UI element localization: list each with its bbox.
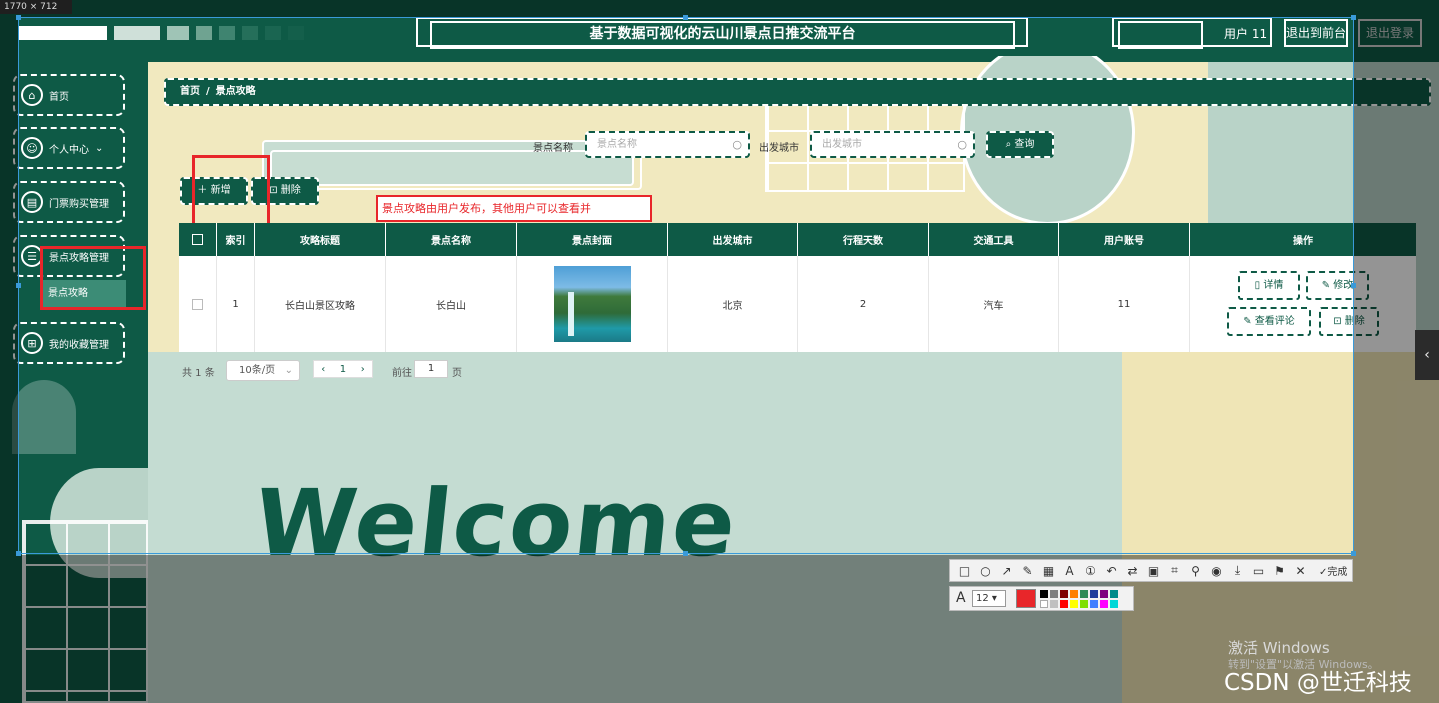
- color-swatch[interactable]: [1110, 590, 1118, 598]
- capture-dim-left: [0, 17, 18, 703]
- color-swatch[interactable]: [1110, 600, 1118, 608]
- font-size-value: 12: [976, 593, 989, 604]
- undo-icon[interactable]: ↶: [1103, 564, 1120, 578]
- capture-handle[interactable]: [1351, 15, 1356, 20]
- chevron-left-icon: ‹: [1424, 347, 1430, 363]
- side-collapse-tab[interactable]: ‹: [1415, 330, 1439, 380]
- scan-icon[interactable]: ⌗: [1166, 563, 1183, 578]
- color-swatch[interactable]: [1050, 600, 1058, 608]
- done-label: 完成: [1327, 567, 1348, 578]
- save-icon[interactable]: ▭: [1250, 564, 1267, 578]
- text-icon[interactable]: A: [1061, 564, 1078, 578]
- pen-icon[interactable]: ✎: [1019, 564, 1036, 578]
- done-button[interactable]: ✓完成: [1319, 563, 1347, 578]
- capture-handle[interactable]: [16, 283, 21, 288]
- record-icon[interactable]: ◉: [1208, 564, 1225, 578]
- capture-handle[interactable]: [683, 15, 688, 20]
- windows-activation-watermark: 激活 Windows: [1228, 639, 1330, 657]
- arrow-icon[interactable]: ↗: [998, 564, 1015, 578]
- mosaic-icon[interactable]: ▦: [1040, 564, 1057, 578]
- capture-handle[interactable]: [1351, 551, 1356, 556]
- color-swatch[interactable]: [1060, 590, 1068, 598]
- translate-icon[interactable]: ⇄: [1124, 564, 1141, 578]
- capture-handle[interactable]: [16, 551, 21, 556]
- bookmark-icon[interactable]: ⚑: [1271, 564, 1288, 578]
- font-size-select[interactable]: 12 ▾: [972, 590, 1006, 607]
- number-icon[interactable]: ①: [1082, 564, 1099, 578]
- color-swatch[interactable]: [1040, 590, 1048, 598]
- close-icon[interactable]: ✕: [1292, 564, 1309, 578]
- color-swatch[interactable]: [1070, 600, 1078, 608]
- capture-handle[interactable]: [1351, 283, 1356, 288]
- current-color-swatch[interactable]: [1016, 589, 1036, 608]
- color-swatch[interactable]: [1090, 600, 1098, 608]
- capture-handle[interactable]: [683, 551, 688, 556]
- download-icon[interactable]: ⤓: [1229, 563, 1246, 578]
- color-swatch[interactable]: [1070, 590, 1078, 598]
- pin-icon[interactable]: ⚲: [1187, 564, 1204, 578]
- capture-size-label: 1770 × 712: [0, 0, 72, 14]
- font-icon: A: [956, 590, 966, 606]
- color-swatch[interactable]: [1060, 600, 1068, 608]
- ellipse-icon[interactable]: ○: [977, 564, 994, 578]
- ocr-icon[interactable]: ▣: [1145, 564, 1162, 578]
- rectangle-icon[interactable]: □: [956, 564, 973, 578]
- capture-dim-top: [0, 0, 1439, 17]
- color-swatch[interactable]: [1100, 600, 1108, 608]
- color-swatch[interactable]: [1080, 600, 1088, 608]
- capture-frame[interactable]: [18, 17, 1354, 554]
- color-swatch[interactable]: [1100, 590, 1108, 598]
- color-swatch[interactable]: [1080, 590, 1088, 598]
- text-style-toolbar: A 12 ▾: [949, 586, 1134, 611]
- capture-toolbar: □ ○ ↗ ✎ ▦ A ① ↶ ⇄ ▣ ⌗ ⚲ ◉ ⤓ ▭ ⚑ ✕ ✓完成: [949, 559, 1353, 582]
- csdn-watermark: CSDN @世迁科技: [1224, 670, 1412, 696]
- color-swatch[interactable]: [1040, 600, 1048, 608]
- capture-handle[interactable]: [16, 15, 21, 20]
- color-swatch[interactable]: [1050, 590, 1058, 598]
- color-swatch[interactable]: [1090, 590, 1098, 598]
